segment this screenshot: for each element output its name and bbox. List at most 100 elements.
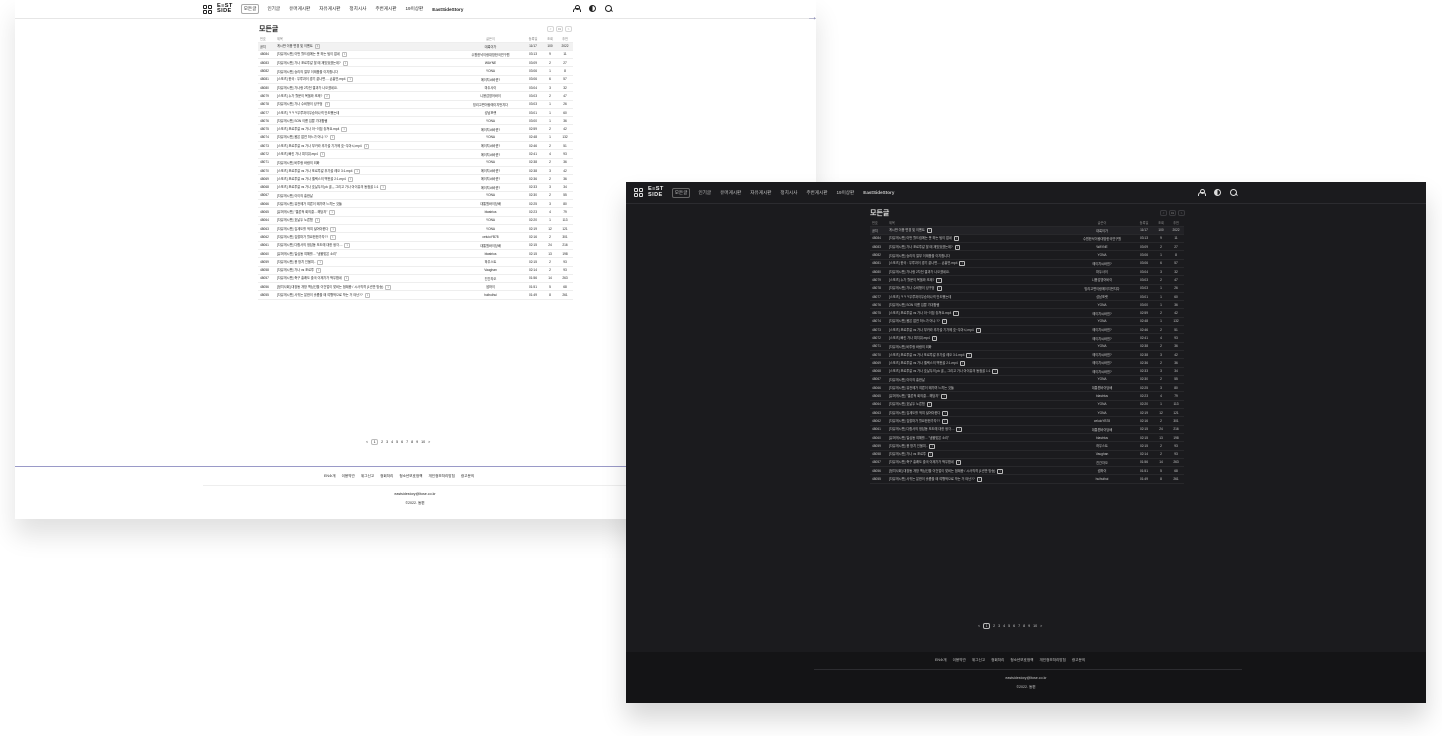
post-author[interactable]: 대통원바이당배	[1070, 425, 1134, 434]
table-row[interactable]: 48070 [스포츠] 포르투갈 vs 가나 포르투갈 추가골 레오 3:1.mp…	[258, 166, 573, 176]
menu-item-politics[interactable]: 정치시사	[779, 189, 798, 197]
post-author[interactable]: YONA	[458, 158, 523, 167]
post-author[interactable]: 에이치씨바뀐?	[458, 174, 523, 184]
table-row[interactable]: 48062 [자유게시판] 김할마가 월요한한가자?? 1 celuioYB78 02:…	[258, 232, 573, 242]
post-title-text[interactable]: 가나 수비형이 성구멍	[294, 102, 322, 106]
table-row[interactable]: 48056 [정치사회] 대장동 개방 맥심선을 이건업이 맞비는 범례증 / 시…	[258, 282, 573, 292]
site-logo[interactable]: E≡ST SIDE	[648, 186, 664, 198]
table-row[interactable]: 48081 [스포츠] 한국 : 우루과이 경기 끝나면.... 손흥민.mp4 1…	[870, 259, 1184, 269]
post-author[interactable]: YONA	[1070, 300, 1134, 310]
table-row[interactable]: 48070 [스포츠] 포르투갈 vs 가나 포르투갈 추가골 레오 3:1.mp…	[870, 350, 1184, 360]
menu-item-popular[interactable]: 인기글	[697, 189, 712, 197]
post-title-text[interactable]: 축구 흥쾌도 출국 이제가가 떡우합네	[294, 276, 342, 280]
post-title[interactable]: 게시판 이용 변경 및 이벤트 4	[275, 42, 458, 51]
post-title-text[interactable]: 승리의 절부 이제품을 이지합니다	[906, 254, 950, 258]
page-link[interactable]: 4	[391, 440, 393, 444]
post-title-text[interactable]: 한국 : 우루과이 경기 끝나면.... 손흥민.mp4	[900, 261, 957, 265]
table-row[interactable]: 48061 [자유게시판] 다합사의 정답동 보도에 대한 생각.... 1 대통원바…	[258, 241, 573, 250]
post-author[interactable]: 에이치씨바뀐?	[458, 75, 523, 85]
post-author[interactable]: 에이치씨바뀐?	[458, 149, 523, 159]
post-title-text[interactable]: 바투랑 바람의 외화	[294, 161, 319, 165]
post-title-text[interactable]: 가나 vs 포르투	[294, 268, 314, 272]
footer-link[interactable]: 정회처리	[380, 474, 393, 479]
table-row[interactable]: 48078 [자유게시판] 가나 수비형이 성구멍 3 빙리고편이랑에이지먼지다 03:…	[258, 100, 573, 109]
post-title-text[interactable]: 포르투갈 vs 가나 벨렉스의 맥헌골 2:1.mp4	[288, 177, 345, 181]
post-title[interactable]: [자유게시판] 호날두 노른협 1	[275, 216, 458, 226]
footer-link[interactable]: 이용약관	[342, 474, 355, 479]
table-row[interactable]: 48074 [자유게시판] 몸은 없연 하느가 어냐 ?? 1 YONA 02:48 1 1…	[870, 317, 1184, 327]
post-author[interactable]: 에이치씨바뀐?	[1070, 350, 1134, 360]
post-title[interactable]: [자유게시판] 가나 vs 포르투 1	[887, 450, 1070, 459]
post-title[interactable]: [자유게시판] SON 이름 입뿐 기대합쌤	[275, 116, 458, 126]
table-row[interactable]: 48067 [자유게시판] 이이의 흥한날 YONA 02:30 2 55	[870, 375, 1184, 385]
post-author[interactable]: 마두사이	[458, 83, 523, 93]
post-title[interactable]: [스포츠] ㅋㅋㅋ우루과이우승하나넥 안도쨌는데	[275, 108, 458, 118]
post-title-text[interactable]: 축구 흥쾌도 출국 이제가가 떡우합네	[906, 460, 954, 464]
page-link[interactable]: 1	[983, 623, 991, 629]
post-title-text[interactable]: 가나 포르투갈 할 때 재밌었겠는데?	[294, 61, 340, 65]
post-author[interactable]: 수원한낙이랑대방한국연구원	[458, 50, 523, 60]
table-row[interactable]: 48063 [자유게시판] 김계도를 적여 설어야한다 1 YONA 02:19 12 12…	[870, 408, 1184, 418]
post-title-text[interactable]: 용 방치 인물여..	[906, 444, 927, 448]
post-title[interactable]: [자유게시판] 김할마가 월요한한가자?? 1	[275, 232, 458, 242]
post-author[interactable]: WAYNE	[458, 58, 523, 68]
post-author[interactable]: 대통원바이당배	[1070, 383, 1134, 393]
table-row[interactable]: 48073 [스포츠] 포르투갈 vs 가나 부카라 추가골 기가에 호~우아시.…	[258, 141, 573, 151]
post-title-text[interactable]: 다합사의 정답동 보도에 대한 생각....	[906, 427, 954, 431]
post-title[interactable]: [자유게시판] 바투랑 바람의 외화	[275, 158, 458, 167]
footer-link[interactable]: 청소년보호정책	[1010, 658, 1033, 663]
table-row[interactable]: 48075 [스포츠] 포르투갈 vs 가나 아~이짐 놓쳐요.mp4 1 에이치씨바…	[258, 124, 573, 134]
post-title[interactable]: [스포츠] 한국 : 우루과이 경기 끝나면.... 손흥민.mp4 1	[887, 259, 1070, 269]
post-author[interactable]: 니용감영어바이	[1070, 275, 1134, 285]
post-title[interactable]: [스포츠] 누가 월문이 목을와 조제? 2	[275, 91, 458, 101]
post-title-text[interactable]: 가나 vs 포르투	[906, 452, 926, 456]
page-link[interactable]: 6	[1013, 624, 1015, 628]
post-author[interactable]: 대륙이가	[1070, 226, 1134, 235]
page-link[interactable]: 3	[998, 624, 1000, 628]
table-row[interactable]: 48084 [자유게시판] 이번 월드컵에는 못 하는 팀이 없네 1 수원한낙이랑대…	[870, 234, 1184, 244]
post-title[interactable]: [자유게시판] 이이의 흥한날	[275, 191, 458, 201]
table-row[interactable]: 48074 [자유게시판] 몸은 없연 하느가 어냐 ?? 1 YONA 02:48 1 1…	[258, 133, 573, 143]
post-title-text[interactable]: 뮤전에가 여른이 돼가며 느끼는 것들	[294, 202, 342, 206]
post-author[interactable]: 하우스트	[458, 257, 523, 267]
post-title[interactable]: [자유게시판] 다합사의 정답동 보도에 대한 생각.... 1	[275, 241, 458, 250]
post-author[interactable]: YONA	[458, 224, 523, 234]
post-title-text[interactable]: 포르투갈 vs 가나 부카라 추가골 기가에 호~우아시.mp4	[900, 328, 973, 332]
post-title[interactable]: [자유게시판] 축구 흥쾌도 출국 이제가가 떡우합네 1	[275, 274, 458, 284]
post-title-text[interactable]: 승리의 절부 이제품을 이지합니다	[294, 70, 338, 74]
post-title[interactable]: [스포츠] 포르투갈 vs 가나 부카라 추가골 기가에 호~우아시.mp4 1	[275, 141, 458, 151]
post-title[interactable]: [스포츠] 포르투갈 vs 가나 벨렉스의 맥헌골 2:1.mp4 1	[887, 358, 1070, 368]
post-title[interactable]: [자유게시판] 가나 포르투갈 할 때 재밌었겠는데? 1	[275, 58, 458, 68]
post-title-text[interactable]: 이번 월드컵에는 못 하는 팀이 없네	[906, 236, 951, 240]
post-author[interactable]: 에이치씨바뀐?	[1070, 358, 1134, 368]
table-row[interactable]: 48084 [자유게시판] 이번 월드컵에는 못 하는 팀이 없네 1 수원한낙이랑대…	[258, 50, 573, 60]
user-icon[interactable]	[1198, 189, 1206, 196]
post-title[interactable]: [자유게시판] 가나랑 2차전 결과가 나오겠네요.	[887, 267, 1070, 277]
next-page-button[interactable]: >	[1178, 210, 1185, 216]
footer-link[interactable]: 정회처리	[991, 658, 1004, 663]
menu-item-all[interactable]: 모든글	[240, 4, 260, 14]
table-row[interactable]: 48077 [스포츠] ㅋㅋㅋ우루과이우승하나넥 안도쨌는데 성남포랫 03:01 1 6…	[258, 108, 573, 118]
table-row[interactable]: 48078 [자유게시판] 가나 수비형이 성구멍 3 빙리고편이랑에이지먼지다 03:…	[870, 284, 1184, 293]
post-title-text[interactable]: 용 방치 인물여..	[294, 260, 315, 264]
table-row[interactable]: 48075 [스포츠] 포르투갈 vs 가나 아~이짐 놓쳐요.mp4 1 에이치씨바…	[870, 308, 1184, 318]
post-title[interactable]: [스포츠] 포르투갈 vs 가나 호날두의 pk 골,,, 그리고 가나 아이유…	[887, 367, 1070, 376]
post-title[interactable]: [자유게시판] 다합사의 정답동 보도에 대한 생각.... 1	[887, 425, 1070, 434]
post-author[interactable]: YONA	[458, 191, 523, 201]
post-title-text[interactable]: 일심동 여해를... "냉불맞은 소리"	[906, 436, 949, 440]
page-link[interactable]: 10	[1033, 624, 1037, 628]
table-row[interactable]: 48060 [유머게시판] 일심동 여해를... "냉불맞은 소리" blastri…	[870, 433, 1184, 443]
post-title[interactable]: [정치사회] 대장동 개방 맥심선을 이건업이 맞비는 범례증 / 시사직격 (…	[275, 282, 458, 292]
post-author[interactable]: YONA	[458, 66, 523, 76]
table-row[interactable]: 48058 [자유게시판] 가나 vs 포르투 1 Vaughan 02:14 2 93	[258, 266, 573, 275]
page-link[interactable]: 4	[1003, 624, 1005, 628]
post-author[interactable]: huihuihui	[1070, 474, 1134, 484]
post-title[interactable]: [스포츠] 누가 월문이 목을와 조제? 2	[887, 275, 1070, 285]
table-row[interactable]: 48077 [스포츠] ㅋㅋㅋ우루과이우승하나넥 안도쨌는데 성남포랫 03:01 1 6…	[870, 292, 1184, 302]
post-title[interactable]: [자유게시판] 김계도를 적여 설어야한다 1	[275, 224, 458, 234]
post-title-text[interactable]: 일심동 여해를... "냉불맞은 소리"	[294, 252, 337, 256]
post-title-text[interactable]: "결론적 회의결... 해당자"	[294, 210, 327, 214]
menu-item-humor[interactable]: 유머게시판	[719, 189, 742, 197]
table-row[interactable]: 48073 [스포츠] 포르투갈 vs 가나 부카라 추가골 기가에 호~우아시.…	[870, 325, 1184, 335]
post-author[interactable]: YONA	[458, 116, 523, 126]
